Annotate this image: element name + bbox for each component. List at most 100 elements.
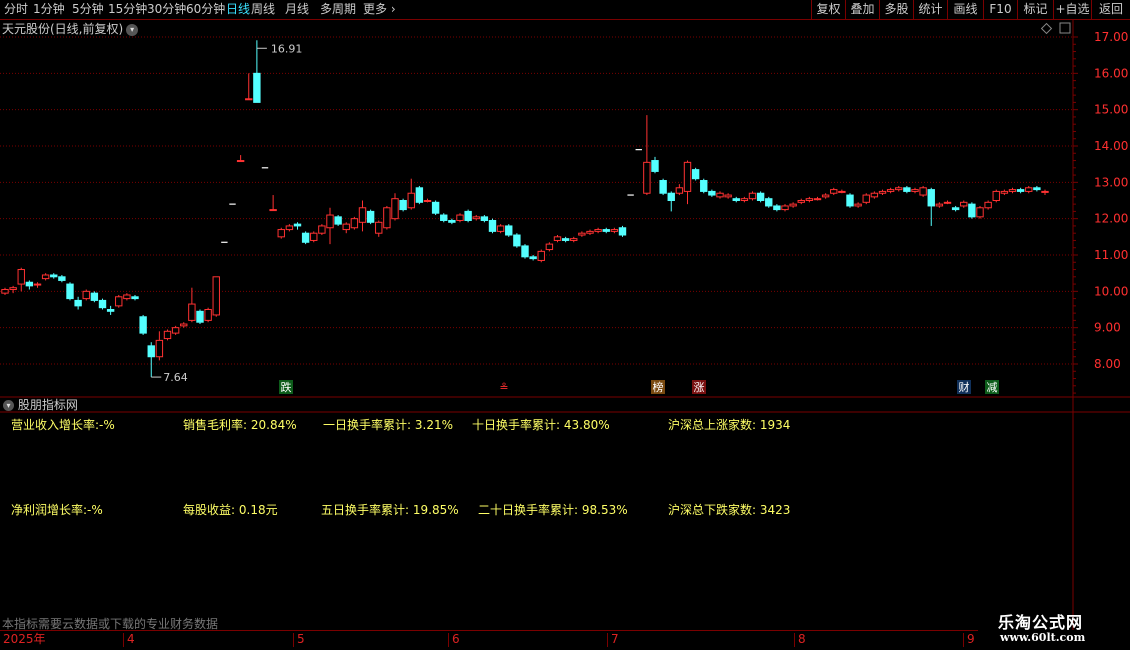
period-tab-30min[interactable]: 30分钟 bbox=[147, 2, 186, 17]
kline-chart[interactable]: 17.00 16.00 15.00 14.00 13.00 12.00 11.00 10.00… bbox=[0, 20, 1130, 630]
candle-body bbox=[773, 205, 781, 211]
candle-body bbox=[1033, 187, 1041, 191]
draw-line-button[interactable]: 画线 bbox=[947, 0, 983, 20]
overlay-button[interactable]: 叠加 bbox=[845, 0, 879, 20]
event-marker: 跌 bbox=[281, 380, 292, 394]
period-tab-1min[interactable]: 1分钟 bbox=[33, 2, 65, 17]
candle-body bbox=[50, 274, 58, 278]
candle-body bbox=[748, 192, 757, 200]
window-icon bbox=[1059, 22, 1071, 34]
period-tab-5min[interactable]: 5分钟 bbox=[72, 2, 104, 17]
indicator-turnover-5d: 五日换手率累计: 19.85% bbox=[321, 501, 459, 518]
statistics-button[interactable]: 统计 bbox=[913, 0, 947, 20]
candle-body bbox=[683, 161, 692, 192]
event-marker: ≗ bbox=[499, 381, 508, 394]
indicator-value: 3423 bbox=[759, 503, 791, 517]
time-tick: 5 bbox=[293, 633, 305, 647]
indicator-turnover-1d: 一日换手率累计: 3.21% bbox=[323, 416, 453, 433]
candle-body bbox=[58, 276, 66, 281]
back-button[interactable]: 返回 bbox=[1091, 0, 1130, 20]
candle-body bbox=[431, 201, 440, 214]
indicator-advancers: 沪深总上涨家数: 1934 bbox=[668, 416, 790, 433]
indicator-profit-growth: 净利润增长率:-% bbox=[11, 501, 103, 518]
candle-body bbox=[90, 292, 99, 301]
period-tab-daily[interactable]: 日线 bbox=[226, 2, 250, 17]
candle-body bbox=[131, 296, 139, 300]
candle-body bbox=[33, 283, 42, 286]
candle-body bbox=[180, 323, 188, 327]
price-label: 13.00 bbox=[1094, 175, 1128, 189]
f10-button[interactable]: F10 bbox=[983, 0, 1017, 20]
indicator-label: 沪深总上涨家数: bbox=[668, 418, 757, 432]
candle-body bbox=[505, 225, 513, 236]
candle-body bbox=[789, 203, 797, 207]
watermark-logo-text: 乐淘公式网 bbox=[998, 613, 1084, 632]
price-label: 11.00 bbox=[1094, 248, 1128, 262]
indicator-header[interactable]: ▾ 股朋指标网 bbox=[3, 398, 78, 412]
candle-body bbox=[765, 198, 773, 207]
candle-body bbox=[407, 192, 415, 209]
candle-body bbox=[98, 299, 107, 309]
candle-body bbox=[163, 330, 172, 340]
candle-body bbox=[41, 274, 50, 280]
candle-body bbox=[700, 180, 708, 192]
candle-body bbox=[326, 214, 334, 229]
candle-body bbox=[245, 98, 253, 101]
candle-body bbox=[553, 236, 562, 241]
candle-body bbox=[529, 256, 537, 260]
candle-body bbox=[123, 294, 131, 300]
mark-button[interactable]: 标记 bbox=[1017, 0, 1053, 20]
candle-body bbox=[919, 187, 927, 196]
candle-body bbox=[708, 190, 716, 196]
price-label: 10.00 bbox=[1094, 284, 1128, 298]
candle-body bbox=[724, 194, 732, 198]
chevron-down-icon[interactable]: ▾ bbox=[3, 400, 14, 411]
candle-body bbox=[886, 189, 895, 192]
candle-body bbox=[821, 194, 830, 198]
period-tab-more[interactable]: 更多 › bbox=[363, 2, 396, 17]
indicator-value: 19.85% bbox=[412, 503, 459, 517]
candle-body bbox=[561, 238, 570, 241]
indicator-title: 股朋指标网 bbox=[17, 398, 78, 412]
candle-body bbox=[82, 290, 90, 300]
candle-body bbox=[895, 187, 903, 191]
period-tab-15min[interactable]: 15分钟 bbox=[108, 2, 147, 17]
price-label: 14.00 bbox=[1094, 139, 1128, 153]
chevron-right-icon: › bbox=[390, 2, 396, 16]
add-favorite-button[interactable]: +自选 bbox=[1053, 0, 1091, 20]
candle-body bbox=[375, 221, 383, 234]
period-tab-fenshi[interactable]: 分时 bbox=[4, 2, 28, 17]
chart-title: 天元股份(日线,前复权) bbox=[2, 22, 124, 36]
fuquan-button[interactable]: 复权 bbox=[811, 0, 845, 20]
candle-body bbox=[448, 219, 456, 223]
period-tab-weekly[interactable]: 周线 bbox=[251, 2, 275, 17]
indicator-value: 0.18元 bbox=[238, 503, 278, 517]
indicator-value: 1934 bbox=[759, 418, 791, 432]
candle-body bbox=[602, 229, 610, 232]
candle-body bbox=[570, 238, 578, 241]
candle-body bbox=[383, 207, 391, 229]
period-tab-60min[interactable]: 60分钟 bbox=[186, 2, 225, 17]
period-tab-multi[interactable]: 多周期 bbox=[320, 2, 356, 17]
candle-body bbox=[740, 198, 749, 202]
candle-body bbox=[74, 299, 82, 307]
candle-body bbox=[188, 303, 196, 321]
price-label: 16.00 bbox=[1094, 66, 1128, 80]
candle-body bbox=[358, 207, 367, 223]
candle-body bbox=[521, 245, 529, 258]
chevron-down-icon[interactable]: ▾ bbox=[126, 23, 139, 36]
candle-body bbox=[269, 209, 277, 212]
price-label: 9.00 bbox=[1094, 321, 1121, 335]
indicator-label: 销售毛利率: bbox=[183, 418, 248, 432]
candle-body bbox=[618, 227, 627, 236]
candle-body bbox=[277, 229, 285, 238]
candle-body bbox=[350, 218, 359, 229]
candle-body bbox=[992, 190, 1000, 202]
event-marker: 榜 bbox=[653, 380, 664, 394]
candle-body bbox=[651, 160, 659, 172]
multi-stock-button[interactable]: 多股 bbox=[879, 0, 913, 20]
period-tab-monthly[interactable]: 月线 bbox=[285, 2, 309, 17]
indicator-eps: 每股收益: 0.18元 bbox=[183, 501, 278, 518]
price-label: 8.00 bbox=[1094, 357, 1121, 371]
candle-body bbox=[139, 316, 147, 334]
